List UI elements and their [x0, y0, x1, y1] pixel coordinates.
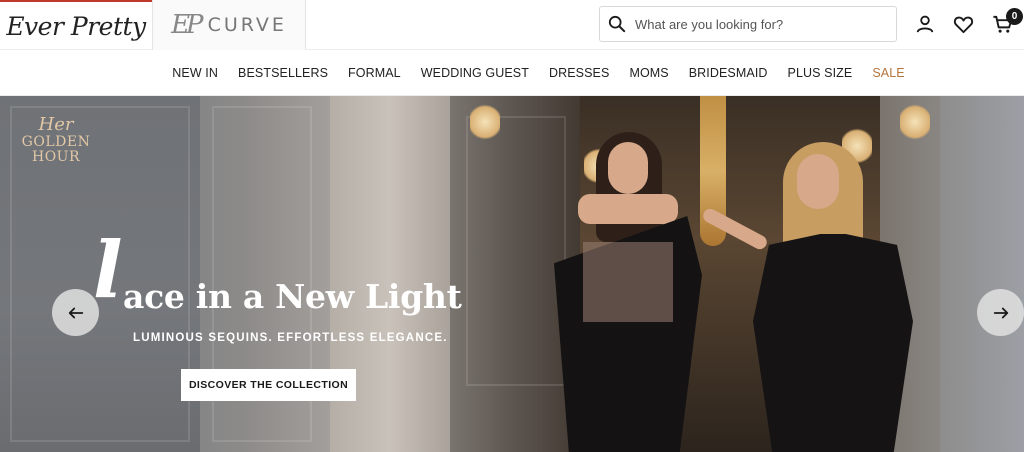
- hero-background-wall: [940, 96, 1024, 452]
- model-right: [700, 142, 920, 452]
- main-navigation: NEW IN BESTSELLERS FORMAL WEDDING GUEST …: [0, 50, 1024, 96]
- curve-monogram-logo: EP: [171, 10, 204, 40]
- search-input[interactable]: [635, 16, 875, 32]
- wall-sconce: [470, 102, 500, 142]
- carousel-prev-button[interactable]: [52, 289, 99, 336]
- nav-item-plus-size[interactable]: PLUS SIZE: [788, 66, 853, 80]
- nav-item-formal[interactable]: FORMAL: [348, 66, 401, 80]
- nav-item-sale[interactable]: SALE: [872, 66, 904, 80]
- hero-banner[interactable]: Her GOLDEN HOUR l ace in a New Light LUMI…: [0, 96, 1024, 452]
- hero-title: l ace in a New Light: [93, 232, 462, 317]
- model-left: [548, 132, 708, 452]
- nav-item-bridesmaid[interactable]: BRIDESMAID: [689, 66, 768, 80]
- search-bar[interactable]: [599, 6, 897, 42]
- nav-item-new-in[interactable]: NEW IN: [172, 66, 218, 80]
- top-header: Ever Pretty EP CURVE 0: [0, 0, 1024, 50]
- hero-title-initial: l: [93, 225, 123, 316]
- curve-label: CURVE: [207, 14, 287, 36]
- hero-subtitle: LUMINOUS SEQUINS. EFFORTLESS ELEGANCE.: [133, 332, 448, 344]
- hero-title-rest: ace in a New Light: [123, 277, 462, 316]
- brand-logo[interactable]: Ever Pretty: [6, 12, 146, 41]
- arrow-left-icon: [68, 307, 83, 318]
- nav-item-dresses[interactable]: DRESSES: [549, 66, 609, 80]
- discover-collection-button[interactable]: DISCOVER THE COLLECTION: [181, 369, 356, 401]
- badge-golden-hour-text: GOLDEN HOUR: [21, 133, 91, 165]
- wishlist-icon[interactable]: [952, 13, 974, 35]
- account-icon[interactable]: [914, 13, 936, 35]
- arrow-right-icon: [993, 307, 1008, 318]
- wall-sconce: [900, 102, 930, 142]
- badge-her-text: Her: [38, 114, 74, 135]
- curve-store-tab[interactable]: EP CURVE: [152, 0, 306, 50]
- nav-item-bestsellers[interactable]: BESTSELLERS: [238, 66, 328, 80]
- nav-item-moms[interactable]: MOMS: [629, 66, 668, 80]
- cart-count-badge: 0: [1006, 8, 1023, 25]
- brand-logo-tab[interactable]: Ever Pretty: [0, 0, 152, 50]
- collection-badge: Her GOLDEN HOUR: [16, 114, 96, 165]
- carousel-next-button[interactable]: [977, 289, 1024, 336]
- search-icon[interactable]: [608, 15, 626, 33]
- nav-item-wedding-guest[interactable]: WEDDING GUEST: [421, 66, 529, 80]
